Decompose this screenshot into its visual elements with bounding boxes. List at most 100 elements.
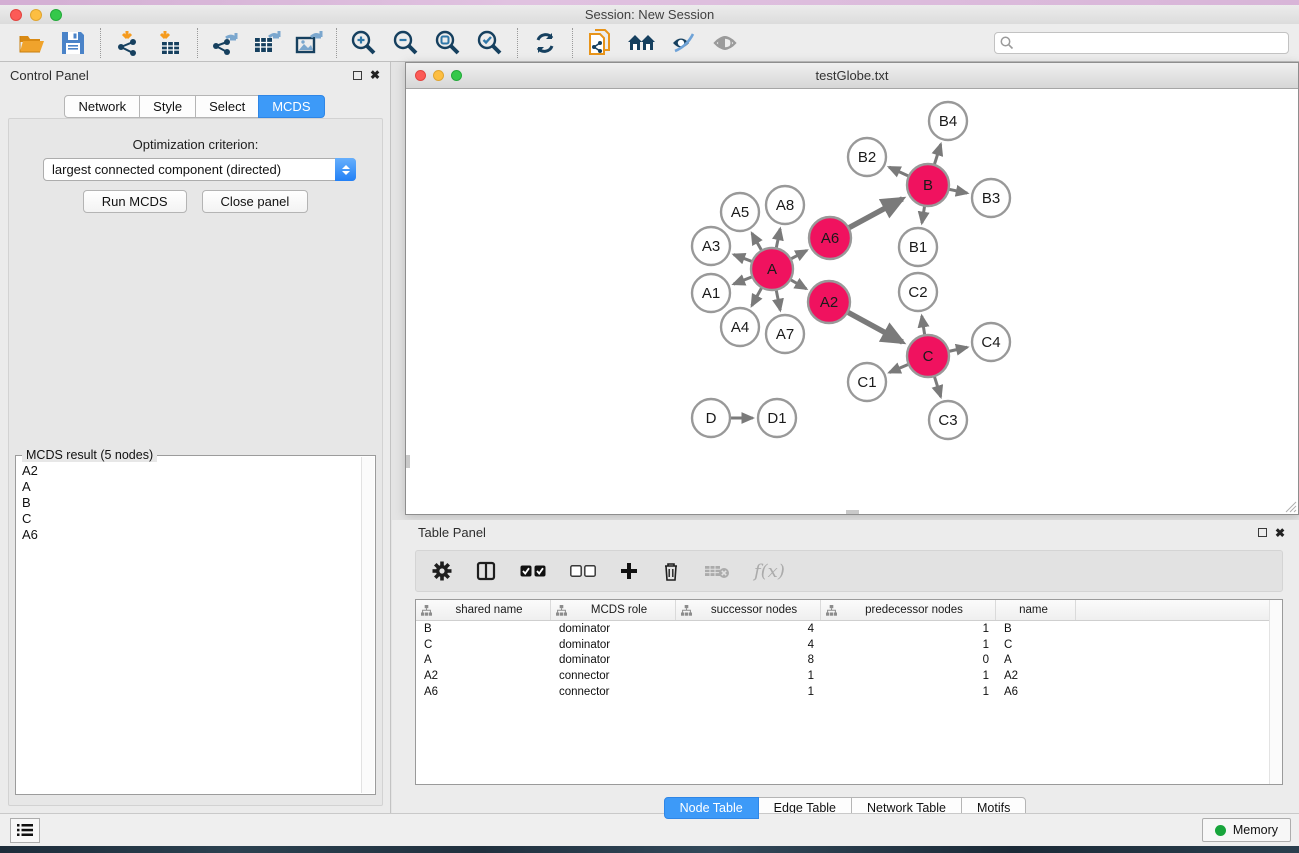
horizontal-scrollbar-thumb[interactable] [846,510,859,514]
graph-node-A8[interactable]: A8 [766,186,804,224]
table-cell[interactable]: A2 [416,670,551,682]
table-cell[interactable]: B [416,623,551,635]
network-window-titlebar[interactable]: testGlobe.txt [406,63,1298,89]
show-graphics-details-button[interactable] [705,26,747,60]
zoom-in-button[interactable] [343,26,385,60]
graph-node-A[interactable]: A [751,248,793,290]
open-session-button[interactable] [10,26,52,60]
graph-node-A1[interactable]: A1 [692,274,730,312]
search-input[interactable] [1018,36,1288,50]
select-all-rows-button[interactable] [520,565,546,578]
mcds-result-item[interactable]: A6 [22,527,361,543]
table-cell[interactable]: 1 [676,670,821,682]
column-header-successor-nodes[interactable]: successor nodes [676,600,821,620]
table-cell[interactable]: connector [551,670,676,682]
table-cell[interactable]: 4 [676,639,821,651]
tab-network[interactable]: Network [64,95,140,118]
table-scrollbar-track[interactable] [1269,600,1282,784]
mcds-result-item[interactable]: A2 [22,463,361,479]
table-cell[interactable]: A6 [416,686,551,698]
table-cell[interactable]: A [416,654,551,666]
graph-node-C[interactable]: C [907,335,949,377]
tab-style[interactable]: Style [139,95,196,118]
mcds-result-item[interactable]: C [22,511,361,527]
graph-node-C3[interactable]: C3 [929,401,967,439]
export-network-button[interactable] [204,26,246,60]
home-layout-button[interactable] [621,26,663,60]
app-titlebar[interactable]: Session: New Session [0,5,1299,24]
table-cell[interactable]: dominator [551,654,676,666]
column-header-name[interactable]: name [996,600,1076,620]
import-table-button[interactable] [149,26,191,60]
graph-node-D1[interactable]: D1 [758,399,796,437]
mcds-result-list[interactable]: A2ABCA6 [16,460,361,792]
table-cell[interactable]: 4 [676,623,821,635]
deselect-all-rows-button[interactable] [570,565,596,578]
mcds-result-item[interactable]: A [22,479,361,495]
tab-select[interactable]: Select [195,95,259,118]
graph-node-A4[interactable]: A4 [721,308,759,346]
table-row[interactable]: A6connector11A6 [416,684,1282,700]
zoom-out-button[interactable] [385,26,427,60]
table-cell[interactable]: 1 [821,670,996,682]
close-panel-button[interactable]: Close panel [202,190,309,213]
refresh-view-button[interactable] [524,26,566,60]
zoom-selected-button[interactable] [469,26,511,60]
table-cell[interactable]: 8 [676,654,821,666]
graph-node-C1[interactable]: C1 [848,363,886,401]
graph-node-C4[interactable]: C4 [972,323,1010,361]
save-session-button[interactable] [52,26,94,60]
import-network-button[interactable] [107,26,149,60]
close-panel-icon[interactable]: ✖ [370,70,380,80]
resize-grip[interactable] [1285,501,1297,513]
hide-selected-button[interactable] [663,26,705,60]
mcds-result-item[interactable]: B [22,495,361,511]
table-row[interactable]: Adominator80A [416,653,1282,669]
graph-node-B1[interactable]: B1 [899,228,937,266]
column-header-shared-name[interactable]: shared name [416,600,551,620]
table-cell[interactable]: 1 [821,639,996,651]
table-cell[interactable]: 1 [821,623,996,635]
graph-node-C2[interactable]: C2 [899,273,937,311]
column-header-mcds-role[interactable]: MCDS role [551,600,676,620]
graph-node-A3[interactable]: A3 [692,227,730,265]
table-cell[interactable]: C [996,639,1076,651]
export-table-button[interactable] [246,26,288,60]
network-canvas[interactable]: B4B2BB3A8A5A6A3B1AC2A1A2A4A7C4CC1C3DD1 [406,89,1298,514]
float-panel-icon[interactable] [353,71,362,80]
vertical-scrollbar-thumb[interactable] [406,455,410,468]
table-cell[interactable]: C [416,639,551,651]
table-cell[interactable]: dominator [551,623,676,635]
table-row[interactable]: Cdominator41C [416,637,1282,653]
duplicate-network-button[interactable] [579,26,621,60]
graph-node-B[interactable]: B [907,164,949,206]
run-mcds-button[interactable]: Run MCDS [83,190,187,213]
criterion-dropdown[interactable]: largest connected component (directed) [43,158,356,181]
table-cell[interactable]: B [996,623,1076,635]
search-field[interactable] [994,32,1289,54]
table-cell[interactable]: dominator [551,639,676,651]
add-column-button[interactable] [620,562,638,580]
graph-node-A5[interactable]: A5 [721,193,759,231]
graph-node-D[interactable]: D [692,399,730,437]
close-table-panel-icon[interactable]: ✖ [1275,528,1285,538]
table-cell[interactable]: 0 [821,654,996,666]
table-options-button[interactable] [432,561,452,581]
export-image-button[interactable] [288,26,330,60]
table-cell[interactable]: connector [551,686,676,698]
delete-table-button[interactable] [704,563,730,579]
table-cell[interactable]: A [996,654,1076,666]
table-cell[interactable]: A2 [996,670,1076,682]
column-header-predecessor-nodes[interactable]: predecessor nodes [821,600,996,620]
column-visibility-button[interactable] [476,561,496,581]
table-row[interactable]: Bdominator41B [416,621,1282,637]
graph-node-B4[interactable]: B4 [929,102,967,140]
table-cell[interactable]: 1 [676,686,821,698]
show-panels-button[interactable] [10,818,40,843]
apply-function-button[interactable]: f(x) [754,561,785,582]
tab-mcds[interactable]: MCDS [258,95,324,118]
table-cell[interactable]: 1 [821,686,996,698]
table-tab-node-table[interactable]: Node Table [664,797,759,819]
graph-node-B2[interactable]: B2 [848,138,886,176]
graph-node-A6[interactable]: A6 [809,217,851,259]
